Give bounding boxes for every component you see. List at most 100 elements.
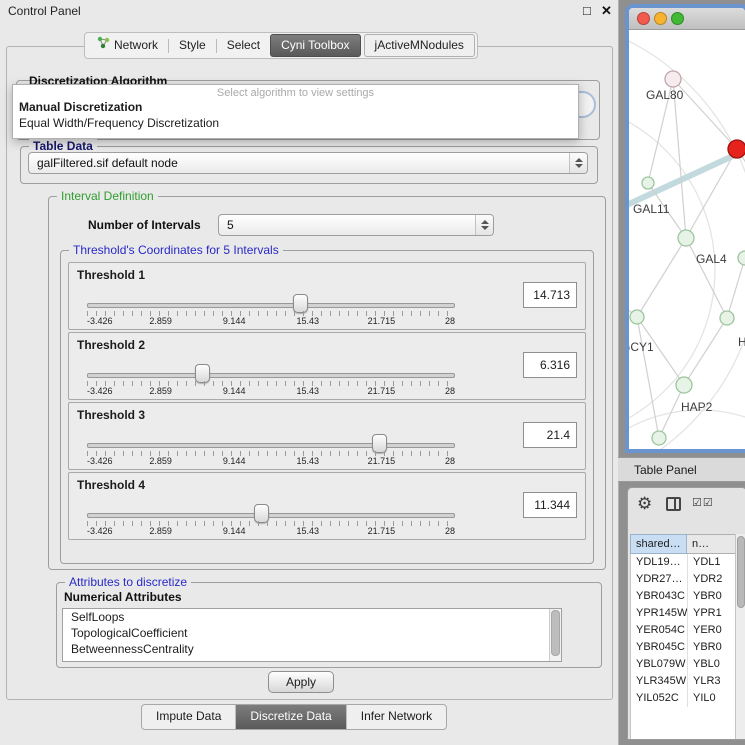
threshold-slider[interactable]: -3.4262.8599.14415.4321.71528 (87, 403, 455, 469)
network-node[interactable] (676, 377, 692, 393)
num-intervals-combo[interactable]: 5 (218, 214, 494, 236)
tick-label: 28 (445, 456, 455, 466)
table-row[interactable]: YDL19…YDL1 (631, 554, 736, 571)
tab-select[interactable]: Select (217, 35, 270, 56)
tick-label: 28 (445, 386, 455, 396)
threshold-value-field[interactable]: 6.316 (523, 352, 577, 378)
tab-jactivemnodules[interactable]: jActiveMNodules (364, 34, 475, 57)
column-header[interactable]: n… (687, 534, 736, 554)
tick-label: 15.43 (297, 526, 320, 536)
tick-label: 15.43 (297, 456, 320, 466)
tab-network[interactable]: Network (87, 35, 168, 56)
bottom-tabs: Impute Data Discretize Data Infer Networ… (141, 704, 447, 730)
tick-label: 9.144 (223, 386, 246, 396)
table-body: YDL19…YDL1YDR27…YDR2YBR043CYBR0YPR145WYP… (630, 554, 736, 739)
group-title: Interval Definition (57, 189, 158, 203)
tab-infer-network[interactable]: Infer Network (347, 705, 446, 729)
threshold-slider[interactable]: -3.4262.8599.14415.4321.71528 (87, 333, 455, 399)
columns-icon[interactable] (666, 497, 681, 511)
table-row[interactable]: YPR145WYPR1 (631, 605, 736, 622)
network-node[interactable] (678, 230, 694, 246)
table-panel-header: Table Panel (618, 457, 745, 482)
table-row[interactable]: YBL079WYBL0 (631, 656, 736, 673)
table-row[interactable]: YER054CYER0 (631, 622, 736, 639)
tick-label: 21.715 (368, 526, 396, 536)
gear-icon[interactable]: ⚙ (637, 494, 652, 514)
table-cell: YER054C (631, 622, 688, 639)
network-arc-edge (629, 410, 745, 453)
table-row[interactable]: YBR043CYBR0 (631, 588, 736, 605)
dropdown-option[interactable]: Equal Width/Frequency Discretization (13, 115, 578, 131)
slider-track[interactable] (87, 303, 455, 308)
tab-style[interactable]: Style (169, 35, 216, 56)
network-node[interactable] (630, 310, 644, 324)
list-item[interactable]: TopologicalCoefficient (63, 625, 561, 641)
network-node[interactable] (642, 177, 654, 189)
tick-label: 2.859 (149, 526, 172, 536)
tick-label: 9.144 (223, 316, 246, 326)
close-icon[interactable]: ✕ (601, 3, 612, 19)
column-header[interactable]: shared… (630, 534, 687, 554)
threshold-slider[interactable]: -3.4262.8599.14415.4321.71528 (87, 473, 455, 539)
mac-minimize-button[interactable] (654, 12, 667, 25)
tab-cyni-toolbox[interactable]: Cyni Toolbox (270, 34, 360, 57)
network-node[interactable] (652, 431, 666, 445)
numerical-attributes-list[interactable]: SelfLoopsTopologicalCoefficientBetweenne… (62, 608, 562, 662)
tick-label: 21.715 (368, 456, 396, 466)
table-cell: YDR27… (631, 571, 688, 588)
network-canvas-svg[interactable]: GAL80GAL11GAL4GCY1HAP2H (629, 29, 745, 453)
tick-label: 21.715 (368, 316, 396, 326)
tab-label: Style (179, 35, 206, 56)
tick-label: 2.859 (149, 316, 172, 326)
slider-tick-labels: -3.4262.8599.14415.4321.71528 (87, 526, 455, 537)
slider-track[interactable] (87, 443, 455, 448)
table-row[interactable]: YBR045CYBR0 (631, 639, 736, 656)
network-node[interactable] (665, 71, 681, 87)
network-edge (637, 238, 686, 317)
network-node[interactable] (728, 140, 745, 158)
mac-close-button[interactable] (637, 12, 650, 25)
tick-label: -3.426 (87, 456, 113, 466)
network-edge (684, 318, 727, 385)
tab-impute-data[interactable]: Impute Data (142, 705, 236, 729)
numerical-attributes-label: Numerical Attributes (64, 590, 182, 604)
apply-button[interactable]: Apply (268, 671, 334, 693)
network-node-label: H (738, 335, 745, 349)
network-edge (727, 258, 745, 318)
table-cell: YDL1 (688, 554, 736, 571)
tab-discretize-data[interactable]: Discretize Data (236, 705, 346, 729)
list-item[interactable]: SelfLoops (63, 609, 561, 625)
spinner-icon[interactable] (475, 215, 493, 235)
tick-label: -3.426 (87, 386, 113, 396)
table-row[interactable]: YIL052CYIL0 (631, 690, 736, 707)
table-scrollbar[interactable] (735, 534, 745, 739)
table-row[interactable]: YLR345WYLR3 (631, 673, 736, 690)
slider-track[interactable] (87, 373, 455, 378)
threshold-value-field[interactable]: 21.4 (523, 422, 577, 448)
mac-zoom-button[interactable] (671, 12, 684, 25)
table-cell: YBR045C (631, 639, 688, 656)
table-cell: YIL0 (688, 690, 736, 707)
float-window-icon[interactable]: □ (583, 3, 591, 18)
table-row[interactable]: YDR27…YDR2 (631, 571, 736, 588)
slider-tick-labels: -3.4262.8599.14415.4321.71528 (87, 316, 455, 327)
list-scrollbar[interactable] (549, 609, 561, 661)
dropdown-option[interactable]: Manual Discretization (13, 99, 578, 115)
threshold-slider[interactable]: -3.4262.8599.14415.4321.71528 (87, 263, 455, 329)
threshold-panel: Threshold 1 -3.4262.8599.14415.4321.7152… (68, 262, 586, 330)
scrollbar-thumb[interactable] (551, 610, 560, 656)
network-node[interactable] (738, 251, 745, 265)
slider-track[interactable] (87, 513, 455, 518)
table-data-combo[interactable]: galFiltered.sif default node (28, 152, 588, 174)
list-item[interactable]: BetweennessCentrality (63, 641, 561, 657)
network-window-titlebar (629, 8, 745, 30)
threshold-value-field[interactable]: 11.344 (523, 492, 577, 518)
network-node[interactable] (720, 311, 734, 325)
algorithm-dropdown: Select algorithm to view settings Manual… (12, 84, 579, 139)
select-columns-icon[interactable]: ☑☑ (692, 496, 714, 509)
spinner-icon[interactable] (569, 153, 587, 173)
tick-label: 9.144 (223, 526, 246, 536)
scrollbar-thumb[interactable] (737, 536, 745, 608)
threshold-value-field[interactable]: 14.713 (523, 282, 577, 308)
table-panel-window: ⚙ ☑☑ shared… n… YDL19…YDL1YDR27…YDR2YBR0… (627, 487, 745, 740)
